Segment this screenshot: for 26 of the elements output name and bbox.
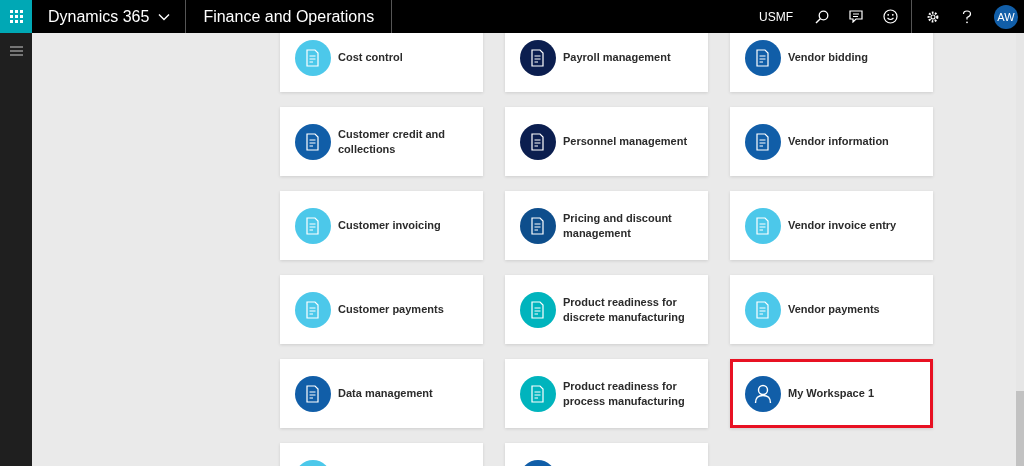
workspace-tile[interactable]: Data management [280, 359, 483, 428]
user-avatar[interactable]: AW [994, 4, 1018, 29]
workspace-tile[interactable]: Personnel management [505, 107, 708, 176]
workspace-tile[interactable]: Vendor bidding [730, 33, 933, 92]
workspace-tile[interactable]: My Workspace 1 [730, 359, 933, 428]
help-icon [962, 9, 972, 24]
workspace-tile[interactable]: Vendor invoice entry [730, 191, 933, 260]
workspace-tile[interactable]: Product readiness for process manufacturing [505, 359, 708, 428]
workspace-tile[interactable]: Cost control [280, 33, 483, 92]
workspace-tile[interactable]: Vendor payments [730, 275, 933, 344]
workspace-tile[interactable]: Customer invoicing [280, 191, 483, 260]
workspace-tile[interactable]: Payroll management [505, 33, 708, 92]
workspace-tile[interactable]: Customer payments [280, 275, 483, 344]
message-icon [849, 10, 863, 23]
workspace-tile[interactable]: Pricing and discount management [505, 191, 708, 260]
settings-icon [926, 9, 940, 24]
scrollbar[interactable] [1016, 33, 1024, 466]
chevron-down-icon [158, 12, 171, 21]
workspace-tile[interactable]: Customer credit and collections [280, 107, 483, 176]
workspace-tile[interactable]: Vendor information [730, 107, 933, 176]
search-icon [815, 9, 829, 24]
app-launcher-button[interactable] [0, 0, 32, 33]
workspace-tile[interactable]: Product readiness for discrete manufacturing [505, 275, 708, 344]
grid-icon [9, 10, 23, 23]
menu-icon [9, 46, 23, 56]
smiley-icon [882, 9, 898, 24]
